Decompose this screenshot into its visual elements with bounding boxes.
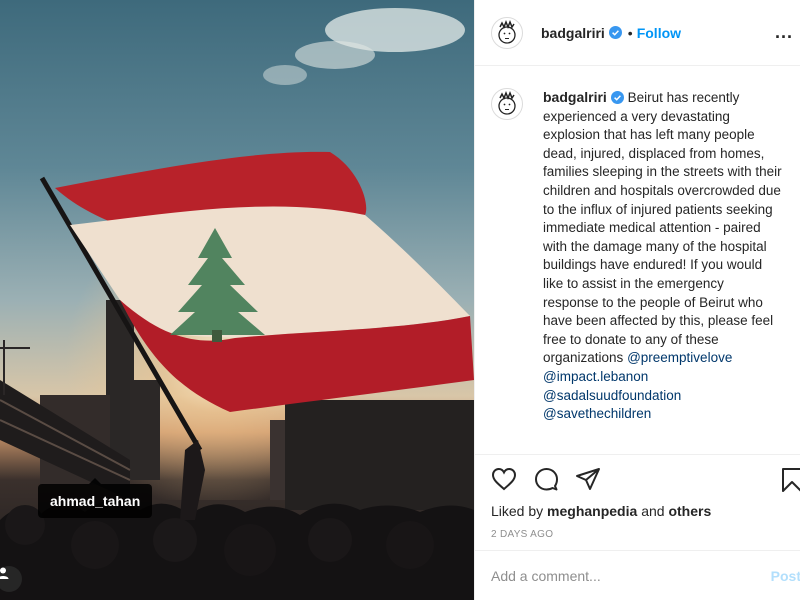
- mention-link[interactable]: @savethechildren: [543, 405, 783, 424]
- comment-icon[interactable]: [533, 467, 559, 491]
- action-icons: [491, 467, 601, 491]
- verified-badge-icon: [610, 91, 624, 104]
- caption-username[interactable]: badgalriri: [543, 89, 607, 105]
- post-photo[interactable]: ahmad_tahan: [0, 0, 474, 600]
- avatar-doodle-icon: [498, 19, 516, 44]
- caption-body: badgalriri Beirut has recently experienc…: [543, 88, 783, 454]
- liked-by-prefix: Liked by: [491, 503, 544, 519]
- post-actions: Liked by meghanpedia and others 2 DAYS A…: [475, 454, 800, 550]
- mention-link[interactable]: @sadalsuudfoundation: [543, 387, 783, 406]
- comment-bar: Post: [475, 550, 800, 600]
- likes-others-link[interactable]: others: [668, 503, 711, 519]
- caption: badgalriri Beirut has recently experienc…: [475, 66, 800, 454]
- caption-text: Beirut has recently experienced a very d…: [543, 90, 786, 366]
- mention-link[interactable]: @preemptivelove: [627, 350, 732, 365]
- header-username[interactable]: badgalriri: [541, 25, 605, 41]
- tagged-user-badge[interactable]: ahmad_tahan: [38, 478, 153, 518]
- mention-link[interactable]: @impact.lebanon: [543, 368, 783, 387]
- liked-by-and: and: [641, 503, 665, 519]
- post-header: badgalriri • Follow ...: [475, 0, 800, 66]
- post-comment-button[interactable]: Post: [771, 563, 800, 589]
- liked-by-line: Liked by meghanpedia and others: [491, 503, 711, 519]
- header-separator: •: [627, 24, 633, 41]
- share-direct-icon[interactable]: [575, 467, 601, 491]
- more-options-icon[interactable]: ...: [775, 22, 793, 43]
- follow-button[interactable]: Follow: [637, 25, 681, 41]
- post-timestamp[interactable]: 2 DAYS AGO: [491, 529, 553, 540]
- verified-badge-icon: [608, 26, 622, 39]
- avatar[interactable]: [491, 16, 523, 49]
- liked-by-user-link[interactable]: meghanpedia: [547, 503, 637, 519]
- avatar-doodle-icon: [498, 90, 516, 115]
- tagged-user-label: ahmad_tahan: [50, 493, 141, 509]
- post-side-panel: badgalriri • Follow ... badgalriri Beiru…: [474, 0, 800, 600]
- save-bookmark-icon[interactable]: [779, 467, 800, 493]
- like-heart-icon[interactable]: [491, 467, 517, 491]
- comment-input[interactable]: [491, 563, 751, 589]
- caption-avatar[interactable]: [491, 88, 523, 120]
